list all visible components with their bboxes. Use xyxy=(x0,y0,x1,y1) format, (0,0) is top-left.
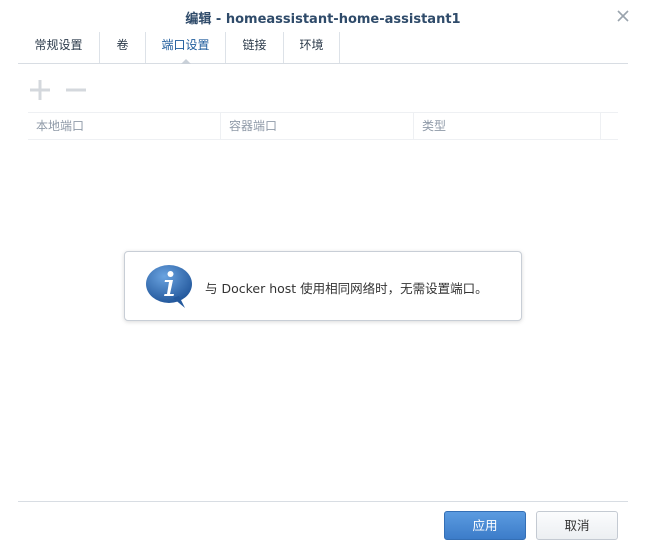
tab-links[interactable]: 链接 xyxy=(226,32,284,63)
info-message-text: 与 Docker host 使用相同网络时，无需设置端口。 xyxy=(205,281,488,296)
tab-environment[interactable]: 环境 xyxy=(284,32,340,63)
footer-divider xyxy=(18,501,628,502)
minus-icon xyxy=(66,88,86,92)
active-tab-indicator xyxy=(180,59,191,64)
close-icon xyxy=(617,10,629,22)
info-bubble-icon xyxy=(145,264,193,310)
column-header-type[interactable]: 类型 xyxy=(414,113,601,140)
dialog-title: 编辑 - homeassistant-home-assistant1 xyxy=(185,12,461,27)
port-table-header: 本地端口 容器端口 类型 xyxy=(28,112,618,140)
column-header-container-port[interactable]: 容器端口 xyxy=(221,113,414,140)
title-bar: 编辑 - homeassistant-home-assistant1 xyxy=(0,0,646,32)
info-message-box: 与 Docker host 使用相同网络时，无需设置端口。 xyxy=(124,251,522,321)
tab-volume[interactable]: 卷 xyxy=(100,32,146,63)
add-port-button[interactable] xyxy=(28,78,52,102)
plus-icon xyxy=(30,80,50,100)
apply-button[interactable]: 应用 xyxy=(444,511,526,540)
cancel-button[interactable]: 取消 xyxy=(536,511,618,540)
edit-container-dialog: 编辑 - homeassistant-home-assistant1 常规设置 … xyxy=(0,0,646,547)
column-header-local-port[interactable]: 本地端口 xyxy=(28,113,221,140)
tab-port-settings[interactable]: 端口设置 xyxy=(146,32,226,64)
remove-port-button[interactable] xyxy=(64,78,88,102)
tab-bar: 常规设置 卷 端口设置 链接 环境 xyxy=(18,32,628,64)
port-toolbar xyxy=(28,78,108,102)
close-button[interactable] xyxy=(614,7,632,25)
tab-general[interactable]: 常规设置 xyxy=(18,32,100,63)
